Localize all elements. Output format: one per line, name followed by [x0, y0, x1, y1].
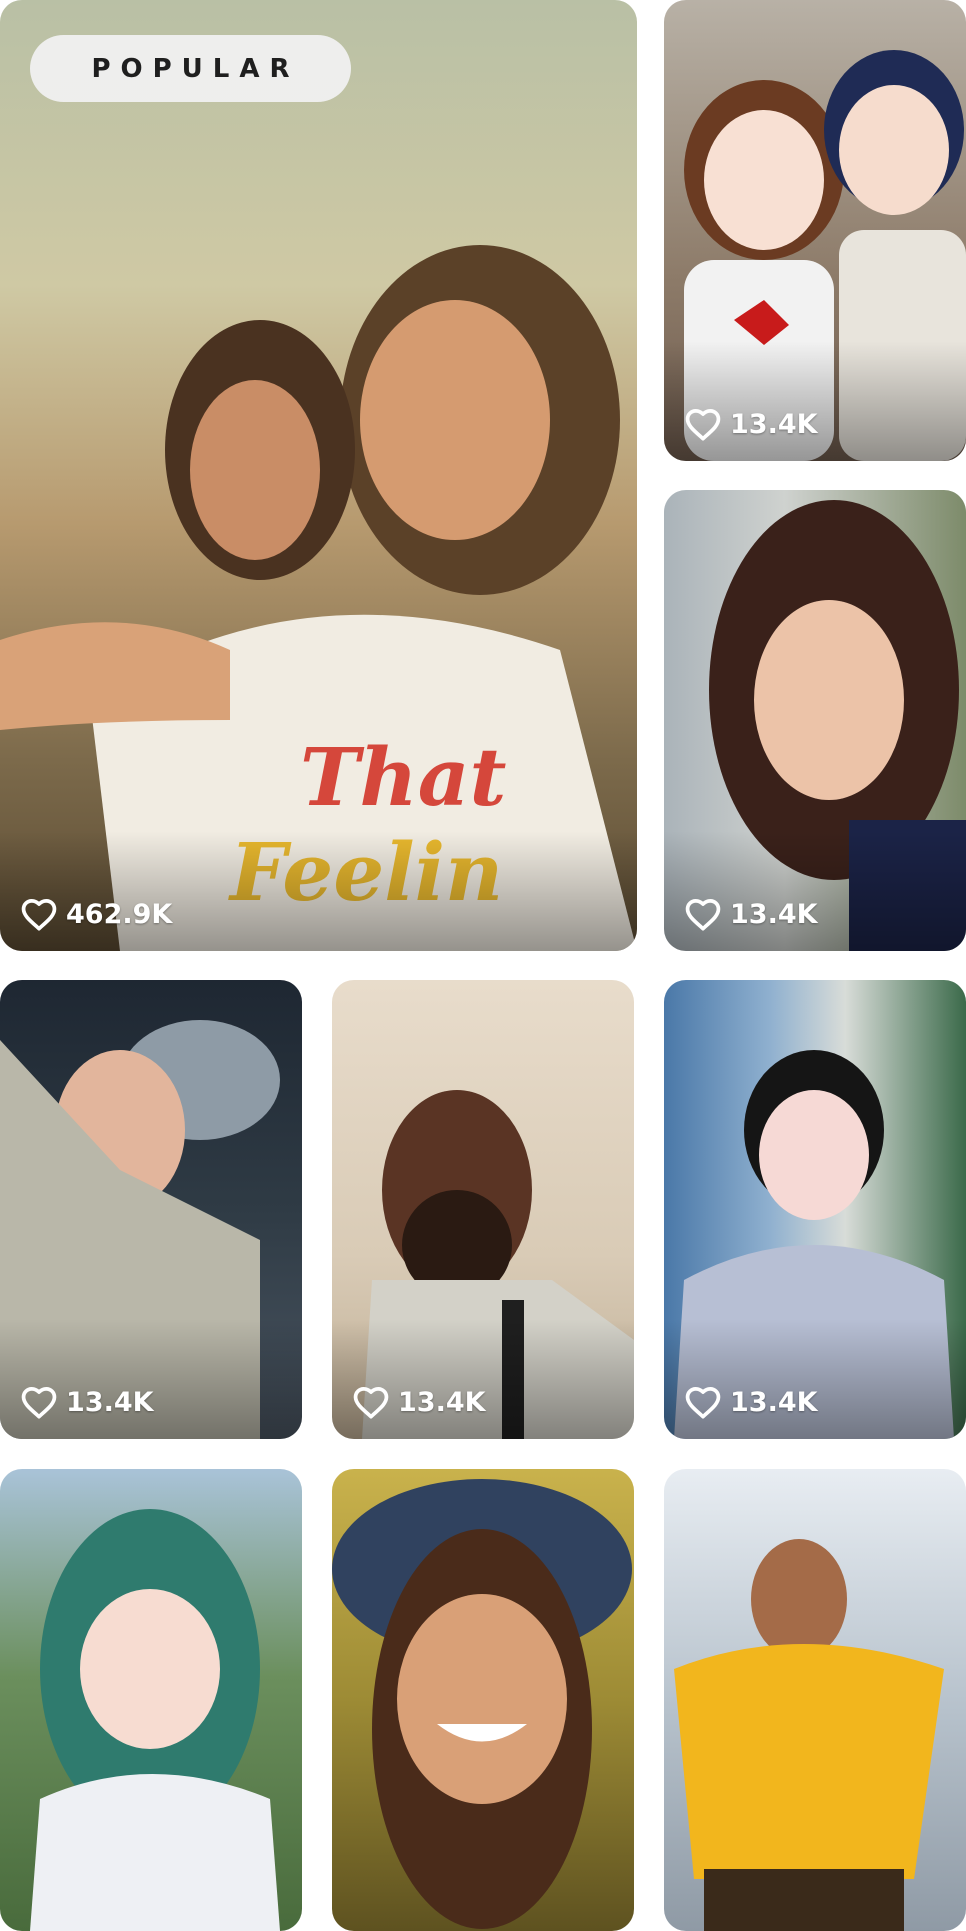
heart-outline-icon [20, 1385, 58, 1419]
post-card[interactable]: 13.4K [332, 980, 634, 1439]
like-count-text: 462.9K [66, 898, 173, 930]
heart-outline-icon [684, 897, 722, 931]
post-card[interactable] [332, 1469, 634, 1931]
post-photo [664, 1469, 966, 1931]
card-like-count[interactable]: 13.4K [20, 1385, 154, 1419]
like-count-text: 13.4K [66, 1386, 154, 1418]
heart-outline-icon [684, 1385, 722, 1419]
post-photo [332, 1469, 634, 1931]
like-count-text: 13.4K [730, 1386, 818, 1418]
card-like-count[interactable]: 13.4K [352, 1385, 486, 1419]
card-like-count[interactable]: 13.4K [684, 1385, 818, 1419]
post-card[interactable]: 13.4K [664, 980, 966, 1439]
featured-like-count[interactable]: 462.9K [20, 897, 172, 931]
card-like-count[interactable]: 13.4K [684, 897, 818, 931]
heart-outline-icon [352, 1385, 390, 1419]
post-card[interactable]: 13.4K [664, 490, 966, 951]
heart-outline-icon [20, 897, 58, 931]
featured-photo: That Feelin [0, 0, 637, 951]
card-bottom-shade [332, 1319, 634, 1439]
card-bottom-shade [664, 341, 966, 461]
card-like-count[interactable]: 13.4K [684, 407, 818, 441]
post-card[interactable]: 13.4K [0, 980, 302, 1439]
post-card[interactable] [0, 1469, 302, 1931]
post-card[interactable] [664, 1469, 966, 1931]
heart-outline-icon [684, 407, 722, 441]
card-bottom-shade [664, 831, 966, 951]
post-card[interactable]: 13.4K [664, 0, 966, 461]
popular-badge: POPULAR [30, 35, 351, 102]
like-count-text: 13.4K [730, 408, 818, 440]
like-count-text: 13.4K [730, 898, 818, 930]
featured-post-card[interactable]: That Feelin POPULAR 462.9K [0, 0, 637, 951]
post-photo [0, 1469, 302, 1931]
card-bottom-shade [0, 1319, 302, 1439]
card-bottom-shade [664, 1319, 966, 1439]
like-count-text: 13.4K [398, 1386, 486, 1418]
svg-text:That: That [300, 730, 507, 824]
featured-bottom-shade [0, 831, 637, 951]
